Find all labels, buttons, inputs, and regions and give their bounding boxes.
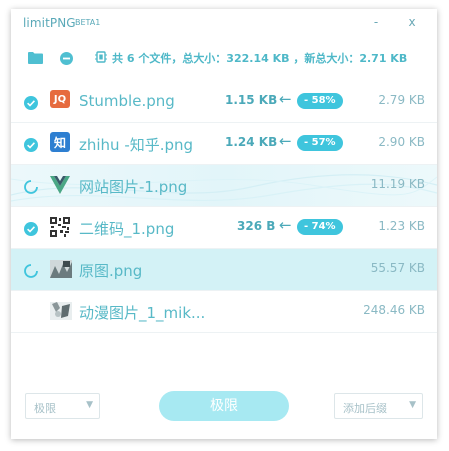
check-circle-icon bbox=[24, 95, 38, 110]
original-size: 2.90 KB bbox=[378, 135, 425, 149]
check-circle-icon bbox=[24, 221, 38, 236]
file-row[interactable]: 动漫图片_1_mik... 248.46 KB bbox=[11, 291, 437, 333]
file-row[interactable]: 二维码_1.png 326 B ← - 74% 1.23 KB bbox=[11, 207, 437, 249]
file-name: 原图.png bbox=[79, 262, 143, 280]
original-size: 1.23 KB bbox=[378, 219, 425, 233]
arrow-left-icon: ← bbox=[279, 90, 292, 108]
loading-spinner-icon bbox=[24, 263, 38, 278]
thumbnail-jq-icon: JQ bbox=[48, 90, 72, 112]
saving-badge: - 57% bbox=[297, 135, 343, 151]
file-name: zhihu -知乎.png bbox=[79, 136, 194, 154]
check-circle-icon bbox=[24, 137, 38, 152]
original-size: 248.46 KB bbox=[363, 303, 425, 317]
app-beta-label: BETA1 bbox=[75, 18, 101, 27]
close-button[interactable]: x bbox=[403, 14, 421, 30]
file-list: JQ Stumble.png 1.15 KB ← - 58% 2.79 KB 知… bbox=[11, 81, 437, 333]
thumbnail-photo-icon bbox=[48, 258, 72, 280]
file-name: 二维码_1.png bbox=[79, 220, 175, 238]
arrow-left-icon: ← bbox=[279, 132, 292, 150]
thumbnail-anime-icon bbox=[48, 300, 72, 322]
compression-mode-select[interactable]: 极限 ▼ bbox=[25, 393, 100, 419]
loading-spinner-icon bbox=[24, 179, 38, 194]
title-bar[interactable]: limitPNG BETA1 - x bbox=[11, 9, 437, 37]
new-size: 1.15 KB bbox=[225, 93, 278, 107]
folder-icon[interactable] bbox=[28, 49, 43, 68]
chip-icon bbox=[95, 49, 107, 68]
new-size: 326 B bbox=[237, 219, 276, 233]
original-size: 2.79 KB bbox=[378, 93, 425, 107]
caret-down-icon: ▼ bbox=[409, 400, 416, 410]
app-title: limitPNG bbox=[23, 16, 76, 30]
minus-circle-icon[interactable] bbox=[60, 50, 73, 69]
file-row[interactable]: JQ Stumble.png 1.15 KB ← - 58% 2.79 KB bbox=[11, 81, 437, 123]
file-row[interactable]: 知 zhihu -知乎.png 1.24 KB ← - 57% 2.90 KB bbox=[11, 123, 437, 165]
summary-text: 共 6 个文件，总大小：322.14 KB ，新总大小：2.71 KB bbox=[112, 52, 408, 65]
caret-down-icon: ▼ bbox=[86, 400, 93, 410]
thumbnail-zhihu-icon: 知 bbox=[48, 132, 72, 154]
file-row[interactable]: 原图.png 55.57 KB bbox=[11, 249, 437, 291]
saving-badge: - 58% bbox=[297, 93, 343, 109]
thumbnail-qrcode-icon bbox=[48, 216, 72, 238]
file-name: Stumble.png bbox=[79, 92, 175, 110]
original-size: 11.19 KB bbox=[370, 177, 425, 191]
svg-text:知: 知 bbox=[53, 135, 66, 150]
minimize-button[interactable]: - bbox=[367, 14, 385, 30]
arrow-left-icon: ← bbox=[279, 216, 292, 234]
file-name: 动漫图片_1_mik... bbox=[79, 304, 206, 322]
new-size: 1.24 KB bbox=[225, 135, 278, 149]
file-name: 网站图片-1.png bbox=[79, 178, 188, 196]
app-window: limitPNG BETA1 - x 共 6 个文件，总大小：322.14 KB… bbox=[11, 9, 437, 439]
saving-badge: - 74% bbox=[297, 219, 343, 235]
toolbar: 共 6 个文件，总大小：322.14 KB ，新总大小：2.71 KB bbox=[11, 45, 437, 69]
suffix-value: 添加后缀 bbox=[343, 402, 387, 415]
svg-text:JQ: JQ bbox=[53, 94, 66, 105]
original-size: 55.57 KB bbox=[370, 261, 425, 275]
compression-mode-value: 极限 bbox=[34, 402, 56, 415]
suffix-select[interactable]: 添加后缀 ▼ bbox=[334, 393, 423, 419]
bottom-bar: 极限 ▼ 极限 添加后缀 ▼ bbox=[11, 389, 437, 425]
file-row[interactable]: 网站图片-1.png 11.19 KB bbox=[11, 165, 437, 207]
compress-button[interactable]: 极限 bbox=[159, 391, 289, 421]
thumbnail-vue-icon bbox=[48, 174, 72, 196]
